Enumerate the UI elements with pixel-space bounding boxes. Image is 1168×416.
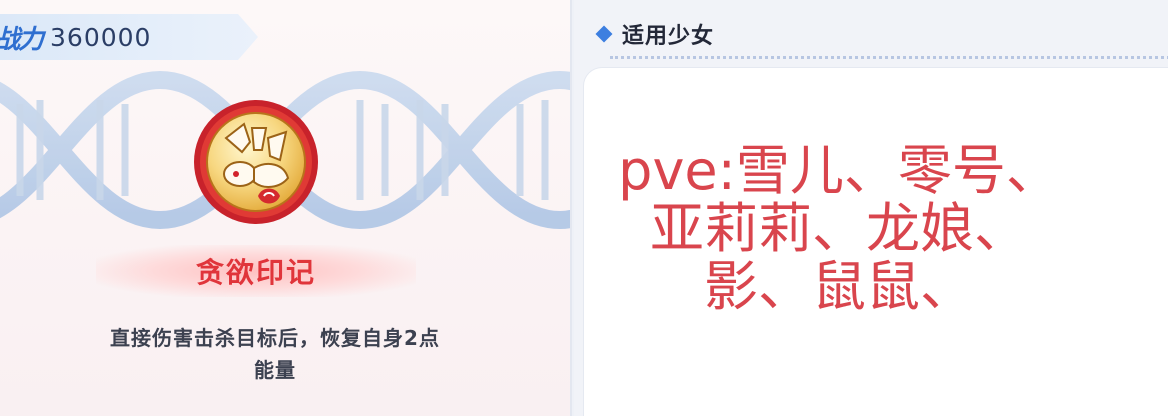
combat-power-label: 战力 xyxy=(0,24,44,55)
skill-description-line-2: 能量 xyxy=(254,358,296,382)
greed-mark-emblem-icon xyxy=(194,100,318,224)
skill-name-banner: 贪欲印记 xyxy=(96,245,416,297)
skill-name: 贪欲印记 xyxy=(195,256,316,289)
skill-description: 直接伤害击杀目标后，恢复自身2点 能量 xyxy=(40,322,510,386)
diamond-bullet-icon xyxy=(595,25,613,43)
section-title: 适用少女 xyxy=(622,24,715,49)
recommended-girls-line-1: pve:雪儿、零号、 xyxy=(618,139,1060,202)
section-header: 适用少女 xyxy=(595,14,715,54)
skill-detail-panel: 战力 360000 xyxy=(0,0,572,416)
skill-description-line-1: 直接伤害击杀目标后，恢复自身2点 xyxy=(110,326,440,350)
recommended-girls-line-2: 亚莉莉、龙娘、 xyxy=(650,197,1028,260)
combat-power-tag: 战力 360000 xyxy=(0,14,258,60)
recommended-girls-line-3: 影、鼠鼠、 xyxy=(704,255,974,318)
section-divider xyxy=(610,56,1168,59)
combat-power-value: 360000 xyxy=(50,22,152,52)
recommended-girls-text: pve:雪儿、零号、 亚莉莉、龙娘、 影、鼠鼠、 xyxy=(574,142,1104,316)
applicable-girls-panel: 适用少女 pve:雪儿、零号、 亚莉莉、龙娘、 影、鼠鼠、 xyxy=(574,0,1168,416)
